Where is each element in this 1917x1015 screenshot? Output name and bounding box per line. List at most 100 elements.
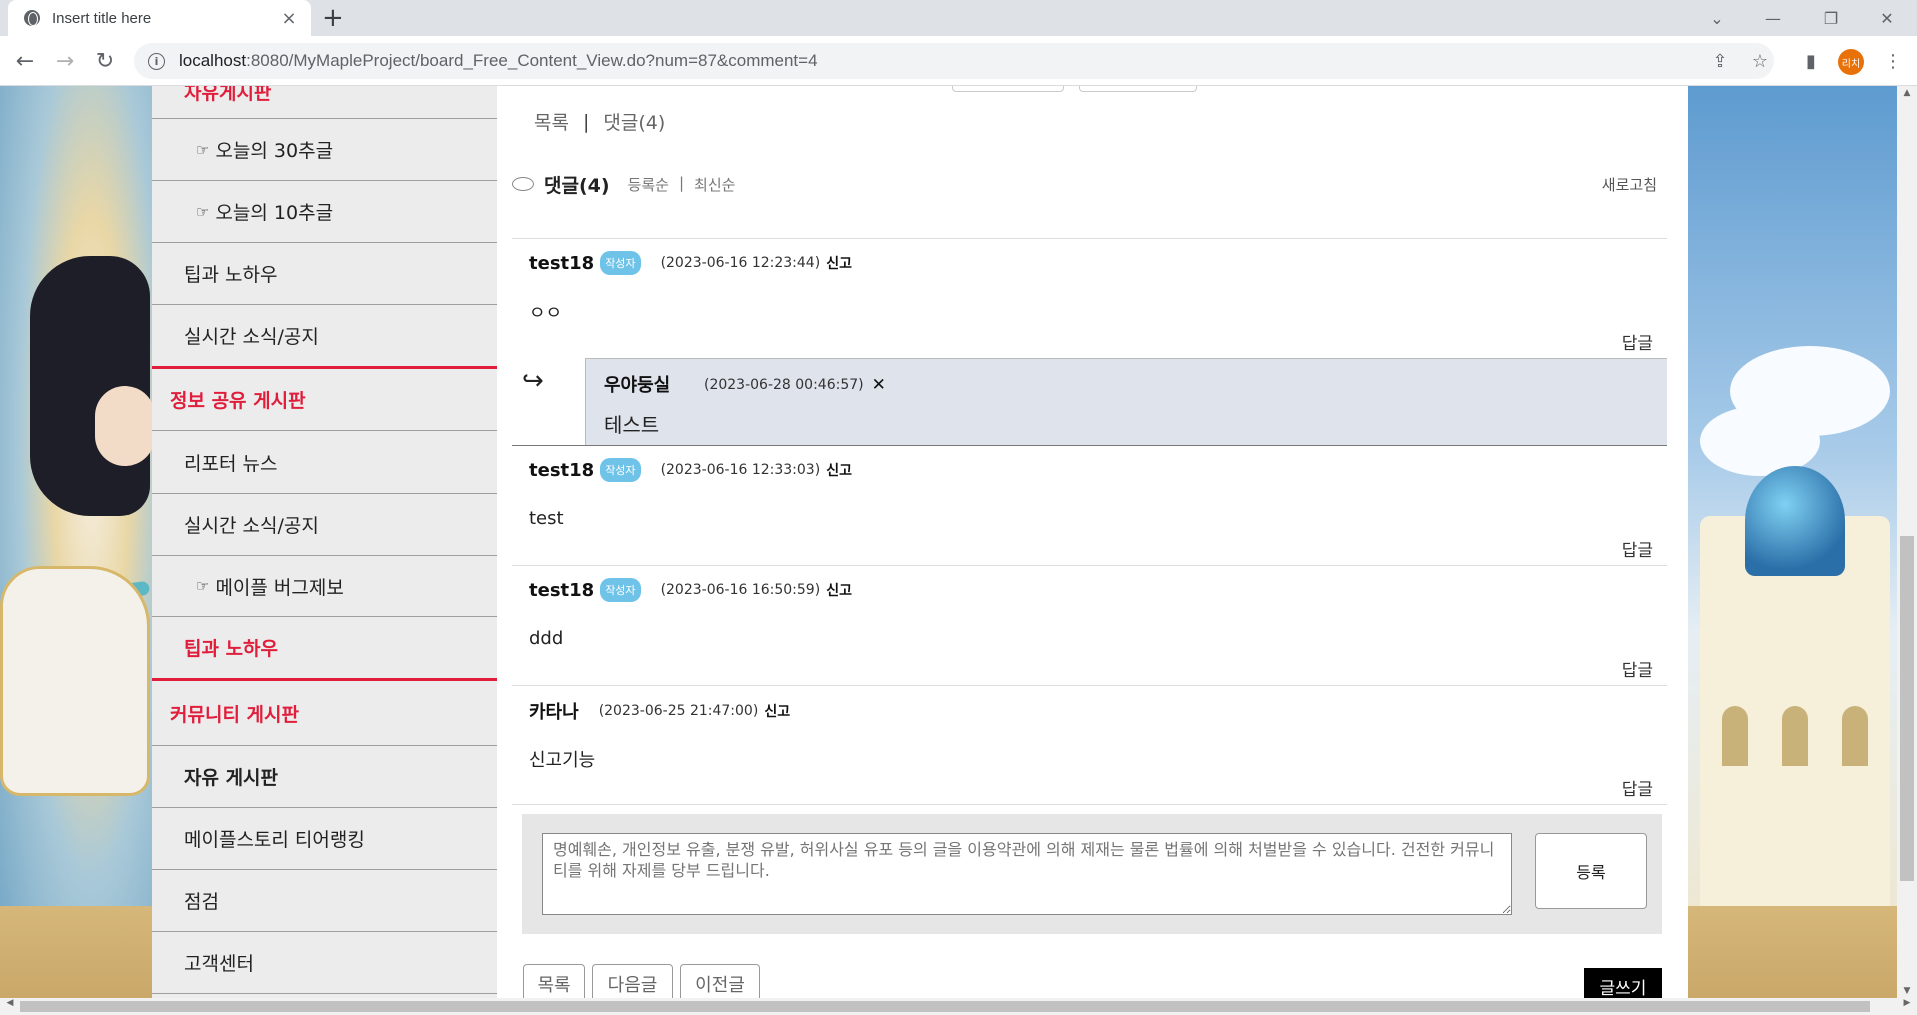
sidebar-item-label: 실시간 소식/공지 [184, 326, 319, 348]
share-icon[interactable]: ⇪ [1707, 48, 1733, 74]
palace-dome-art [1745, 466, 1845, 576]
comment-date: (2023-06-16 12:33:03) [660, 462, 821, 478]
comment-input[interactable] [542, 833, 1512, 915]
globe-icon [24, 10, 40, 26]
sidebar: 자유게시판 ☞ 오늘의 30추글 ☞ 오늘의 10추글 팁과 노하우 실시간 소식/… [152, 86, 497, 998]
report-link[interactable]: 신고 [826, 253, 852, 273]
sidebar-item-tier-ranking[interactable]: 메이플스토리 티어랭킹 [152, 808, 497, 870]
restore-icon[interactable]: ❐ [1806, 0, 1856, 36]
sidebar-item-label: 고객센터 [184, 953, 254, 975]
author-badge: 작성자 [600, 458, 641, 482]
refresh-button[interactable]: 새로고침 [1602, 174, 1657, 195]
sidebar-item-reporter-news[interactable]: 리포터 뉴스 [152, 431, 497, 494]
reply-button[interactable]: 답글 [1622, 775, 1653, 800]
window-close-icon[interactable]: ✕ [1862, 0, 1912, 36]
comment-meta: test18 작성자 (2023-06-16 12:23:44) 신고 [529, 251, 852, 275]
sidebar-item-label: 리포터 뉴스 [184, 452, 278, 475]
sidebar-item-tips[interactable]: 팁과 노하우 [152, 243, 497, 305]
sidebar-item-live-news[interactable]: 실시간 소식/공지 [152, 494, 497, 556]
tab-strip: Insert title here × + ⌄ — ❐ ✕ [0, 0, 1917, 36]
character-face-art [95, 386, 155, 466]
sidebar-item-free-board-2[interactable]: 자유 게시판 [152, 746, 497, 808]
pointing-hand-icon: ☞ [196, 577, 210, 595]
report-link[interactable]: 신고 [764, 701, 790, 721]
comment-item: test18 작성자 (2023-06-16 12:23:44) 신고 ㅇㅇ 답… [512, 239, 1667, 358]
author-badge: 작성자 [600, 578, 641, 602]
sidebar-item-label: 메이플스토리 티어랭킹 [184, 829, 365, 851]
pointing-hand-icon: ☞ [196, 140, 210, 159]
author-badge: 작성자 [600, 251, 641, 275]
comments-header: 댓글(4) 등록순 | 최신순 새로고침 [512, 168, 1667, 200]
comment-author: test18 [529, 252, 595, 274]
sidebar-item-support[interactable]: 고객센터 [152, 932, 497, 994]
next-post-button[interactable]: 다음글 [592, 964, 673, 998]
report-link[interactable]: 신고 [826, 580, 852, 600]
sort-latest[interactable]: 최신순 [694, 174, 735, 195]
list-link[interactable]: 목록 [534, 108, 569, 135]
sidebar-item-news[interactable]: 실시간 소식/공지 [152, 305, 497, 369]
sidebar-heading-info-share[interactable]: 정보 공유 게시판 [152, 369, 497, 431]
new-tab-icon[interactable]: + [322, 3, 344, 33]
sidebar-item-label: 메이플 버그제보 [215, 576, 344, 599]
comment-body: ddd [529, 628, 564, 649]
browser-tab[interactable]: Insert title here × [8, 0, 311, 36]
sidebar-item-tips-current[interactable]: 팁과 노하우 [152, 617, 497, 681]
kebab-menu-icon[interactable]: ⋮ [1880, 48, 1906, 74]
reply-body: 테스트 [604, 413, 660, 437]
scroll-right-icon[interactable]: ▶ [1899, 998, 1915, 1008]
list-button[interactable]: 목록 [523, 964, 585, 998]
comment-item: 카타나 (2023-06-25 21:47:00) 신고 신고기능 답글 [512, 686, 1667, 805]
scroll-up-icon[interactable]: ▲ [1897, 88, 1917, 98]
sidebar-item-maintenance[interactable]: 점검 [152, 870, 497, 932]
comment-item: test18 작성자 (2023-06-16 16:50:59) 신고 ddd … [512, 566, 1667, 686]
comment-body: 신고기능 [529, 750, 596, 771]
reply-button[interactable]: 답글 [1622, 656, 1653, 681]
comment-date: (2023-06-16 16:50:59) [660, 582, 821, 598]
report-link[interactable]: 신고 [826, 460, 852, 480]
comment-date: (2023-06-16 12:23:44) [660, 255, 821, 271]
comments-link[interactable]: 댓글(4) [603, 108, 665, 135]
sort-registered[interactable]: 등록순 [628, 174, 669, 195]
background-left-art [0, 86, 152, 998]
scroll-down-icon[interactable]: ▼ [1897, 986, 1917, 996]
speech-bubble-icon [512, 177, 534, 191]
side-panel-icon[interactable]: ▮ [1798, 48, 1824, 74]
profile-avatar[interactable]: 리치 [1838, 49, 1864, 75]
minimize-icon[interactable]: — [1748, 0, 1798, 36]
reply-button[interactable]: 답글 [1622, 329, 1653, 354]
sidebar-item-today-10[interactable]: ☞ 오늘의 10추글 [152, 181, 497, 243]
close-tab-icon[interactable]: × [279, 8, 299, 29]
reload-icon[interactable]: ↻ [90, 46, 120, 76]
back-arrow-icon[interactable]: ← [10, 46, 40, 76]
sidebar-item-today-30[interactable]: ☞ 오늘의 30추글 [152, 119, 497, 181]
sidebar-item-bug-report[interactable]: ☞ 메이플 버그제보 [152, 556, 497, 617]
site-info-icon[interactable]: i [148, 52, 165, 70]
post-nav-links: 목록 | 댓글(4) [534, 108, 665, 135]
sidebar-item-label: 팁과 노하우 [184, 264, 278, 286]
sidebar-item-label: 실시간 소식/공지 [184, 515, 319, 537]
palace-arch-art [1722, 706, 1748, 766]
character-robe-art [0, 566, 150, 796]
palace-arch-art [1782, 706, 1808, 766]
submit-comment-button[interactable]: 등록 [1535, 833, 1647, 909]
delete-icon[interactable]: ✕ [872, 375, 886, 395]
tab-title: Insert title here [52, 9, 152, 27]
comment-author: test18 [529, 579, 595, 601]
horizontal-scroll-thumb[interactable] [20, 1001, 1870, 1012]
write-post-button[interactable]: 글쓰기 [1584, 968, 1662, 998]
tab-search-icon[interactable]: ⌄ [1692, 0, 1742, 36]
vertical-scrollbar[interactable]: ▲ ▼ [1897, 86, 1917, 998]
horizontal-scrollbar[interactable]: ◀ ▶ [0, 998, 1917, 1015]
sidebar-item-label: 커뮤니티 게시판 [170, 703, 299, 726]
cut-off-button[interactable] [1079, 86, 1197, 92]
sidebar-heading-community[interactable]: 커뮤니티 게시판 [152, 681, 497, 746]
sidebar-item-free-board[interactable]: 자유게시판 [152, 86, 497, 119]
star-icon[interactable]: ☆ [1747, 48, 1773, 74]
vertical-scroll-thumb[interactable] [1900, 536, 1914, 881]
cut-off-button[interactable] [952, 86, 1064, 92]
prev-post-button[interactable]: 이전글 [680, 964, 760, 998]
address-bar[interactable]: i localhost:8080/MyMapleProject/board_Fr… [134, 43, 1774, 79]
reply-button[interactable]: 답글 [1622, 536, 1653, 561]
scroll-left-icon[interactable]: ◀ [2, 998, 18, 1008]
forward-arrow-icon[interactable]: → [50, 46, 80, 76]
